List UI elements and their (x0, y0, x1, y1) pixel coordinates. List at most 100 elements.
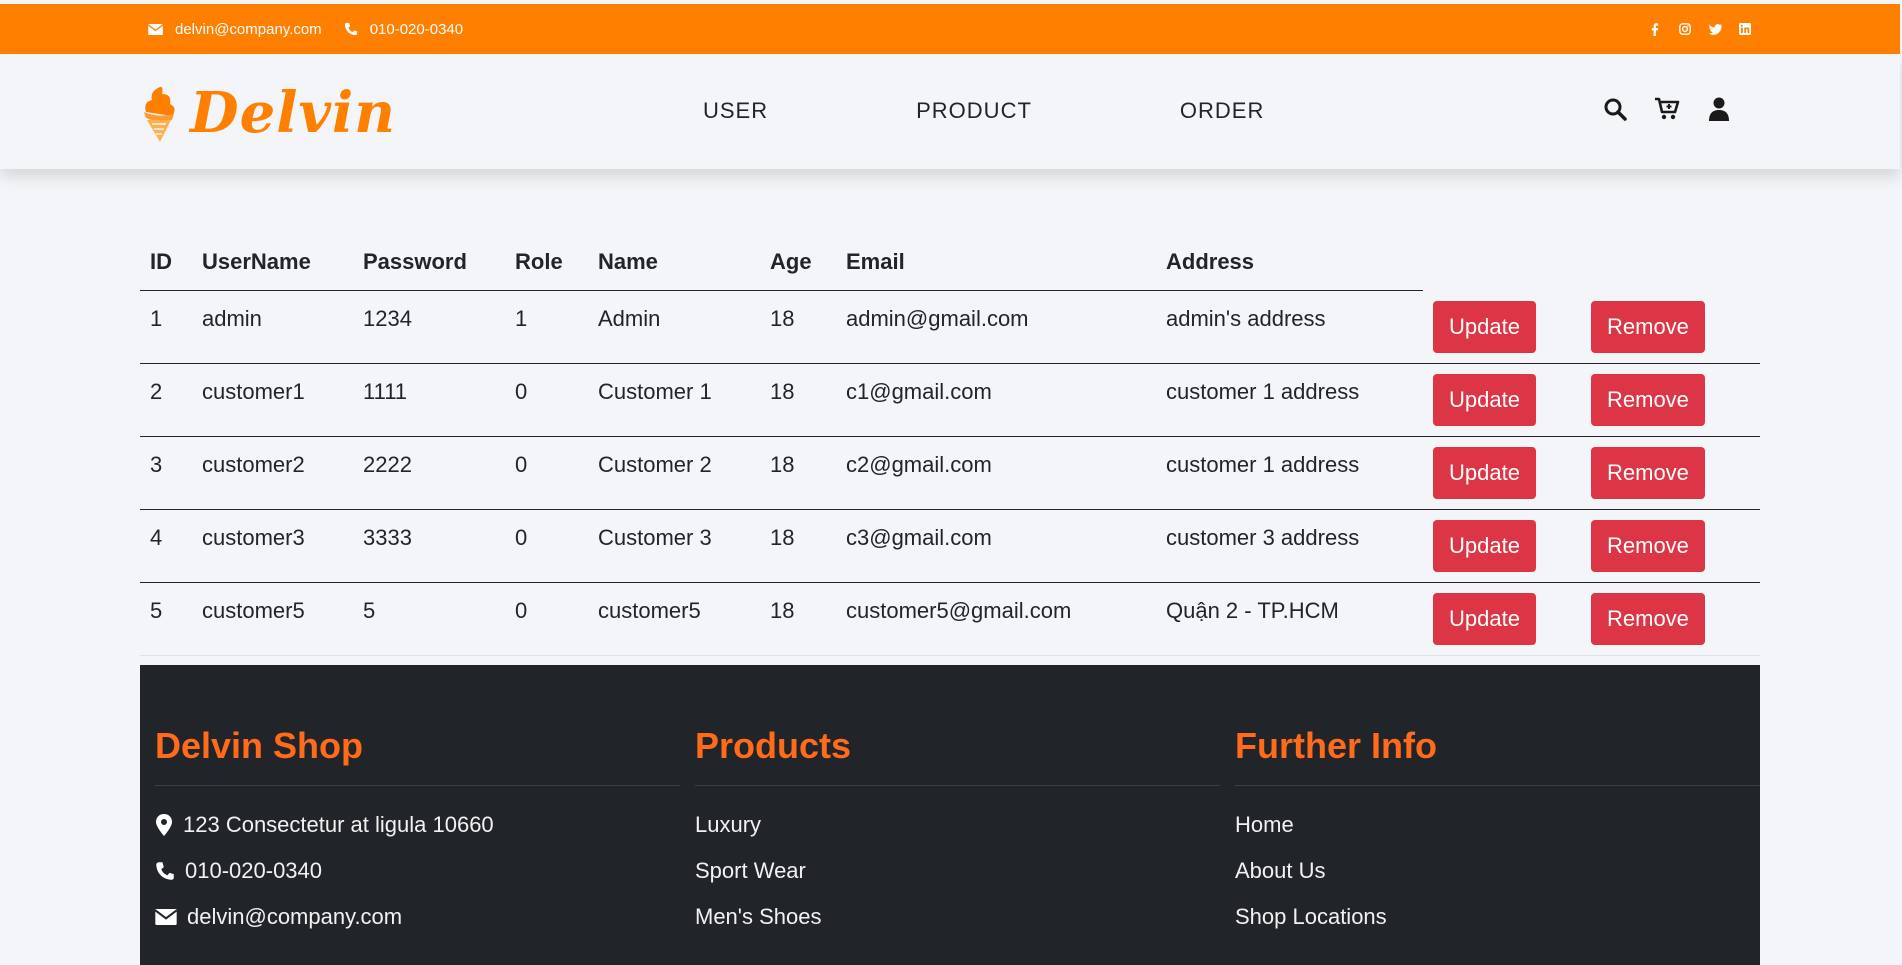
facebook-icon[interactable] (1648, 22, 1662, 36)
update-button[interactable]: Update (1433, 300, 1536, 353)
remove-button[interactable]: Remove (1591, 593, 1705, 645)
phone-icon (344, 22, 357, 36)
footer-phone-text: 010-020-0340 (185, 858, 323, 883)
cell-email: customer5@gmail.com (846, 598, 1072, 623)
envelope-icon (155, 909, 177, 925)
footer-link-home[interactable]: Home (1235, 802, 1760, 848)
col-password: Password (353, 234, 505, 291)
main-menu: USER PRODUCT ORDER (703, 98, 1264, 124)
col-update-blank (1423, 234, 1581, 291)
col-age: Age (760, 234, 836, 291)
cell-email: c1@gmail.com (846, 379, 992, 404)
footer-products-column: Products Luxury Sport Wear Men's Shoes (695, 725, 1220, 940)
cell-id: 3 (150, 452, 163, 477)
footer-email[interactable]: delvin@company.com (155, 894, 680, 940)
update-button[interactable]: Update (1433, 374, 1536, 426)
remove-button[interactable]: Remove (1591, 447, 1705, 499)
cell-address: customer 3 address (1166, 525, 1360, 550)
cell-role: 0 (515, 525, 528, 550)
brand-logo[interactable]: Delvin (138, 80, 396, 146)
user-icon[interactable] (1706, 96, 1732, 122)
update-button[interactable]: Update (1433, 520, 1536, 572)
cell-id: 1 (150, 306, 163, 331)
footer-shop-column: Delvin Shop 123 Consectetur at ligula 10… (155, 725, 680, 940)
top-bar: delvin@company.com 010-020-0340 (0, 4, 1900, 54)
top-email[interactable]: delvin@company.com (148, 21, 322, 38)
footer-shop-title: Delvin Shop (155, 725, 680, 786)
cell-id: 5 (150, 598, 163, 623)
cell-username: customer5 (202, 598, 305, 623)
top-phone-text: 010-020-0340 (369, 20, 464, 38)
cell-address: customer 1 address (1166, 379, 1360, 404)
cell-username: customer3 (202, 525, 305, 550)
brand-name: Delvin (190, 80, 396, 146)
top-phone[interactable]: 010-020-0340 (344, 21, 463, 38)
cell-email: c3@gmail.com (846, 525, 992, 550)
update-button[interactable]: Update (1433, 447, 1536, 499)
instagram-icon[interactable] (1678, 22, 1692, 36)
cell-password: 2222 (363, 452, 412, 477)
cell-email: admin@gmail.com (846, 306, 1029, 331)
table-row: 2 customer1 1111 0 Customer 1 18 c1@gmai… (140, 363, 1760, 437)
nav-icons (1602, 96, 1758, 122)
nav-user[interactable]: USER (703, 98, 768, 124)
update-button[interactable]: Update (1433, 593, 1536, 645)
footer-address-text: 123 Consectetur at ligula 10660 (183, 812, 494, 837)
cell-role: 0 (515, 598, 528, 623)
col-email: Email (836, 234, 1156, 291)
footer-link-about-us[interactable]: About Us (1235, 848, 1760, 894)
remove-button[interactable]: Remove (1591, 374, 1705, 426)
cell-id: 4 (150, 525, 163, 550)
cell-name: Customer 1 (598, 379, 712, 404)
site-footer: Delvin Shop 123 Consectetur at ligula 10… (140, 665, 1760, 965)
top-email-text: delvin@company.com (175, 20, 322, 38)
ice-cream-logo-icon (144, 86, 175, 142)
nav-product[interactable]: PRODUCT (916, 98, 1032, 124)
cell-role: 1 (515, 306, 528, 331)
cell-age: 18 (770, 598, 795, 623)
cell-email: c2@gmail.com (846, 452, 992, 477)
col-id: ID (140, 234, 192, 291)
footer-link-sport-wear[interactable]: Sport Wear (695, 848, 1220, 894)
footer-link-shop-locations[interactable]: Shop Locations (1235, 894, 1760, 940)
table-row: 1 admin 1234 1 Admin 18 admin@gmail.com … (140, 290, 1760, 364)
cell-age: 18 (770, 306, 795, 331)
table-row: 4 customer3 3333 0 Customer 3 18 c3@gmai… (140, 509, 1760, 583)
phone-icon (156, 862, 174, 880)
remove-button[interactable]: Remove (1591, 520, 1705, 572)
cart-icon[interactable] (1654, 96, 1680, 122)
footer-info-title: Further Info (1235, 725, 1760, 786)
col-name: Name (588, 234, 760, 291)
col-username: UserName (192, 234, 353, 291)
cell-password: 5 (363, 598, 376, 623)
cell-name: Admin (598, 306, 661, 331)
table-row: 3 customer2 2222 0 Customer 2 18 c2@gmai… (140, 436, 1760, 510)
footer-products-title: Products (695, 725, 1220, 786)
cell-name: Customer 3 (598, 525, 712, 550)
twitter-icon[interactable] (1708, 22, 1722, 36)
footer-phone[interactable]: 010-020-0340 (155, 848, 680, 894)
cell-name: customer5 (598, 598, 701, 623)
search-icon[interactable] (1602, 96, 1628, 122)
footer-link-mens-shoes[interactable]: Men's Shoes (695, 894, 1220, 940)
nav-order[interactable]: ORDER (1180, 98, 1264, 124)
remove-button[interactable]: Remove (1591, 300, 1705, 353)
col-role: Role (505, 234, 588, 291)
envelope-icon (148, 23, 163, 35)
cell-password: 1234 (363, 306, 412, 331)
cell-password: 1111 (363, 379, 408, 404)
cell-address: customer 1 address (1166, 452, 1360, 477)
cell-age: 18 (770, 452, 795, 477)
cell-role: 0 (515, 452, 528, 477)
top-contact: delvin@company.com 010-020-0340 (148, 4, 485, 54)
cell-name: Customer 2 (598, 452, 712, 477)
cell-username: admin (202, 306, 262, 331)
footer-link-luxury[interactable]: Luxury (695, 802, 1220, 848)
main-navbar: Delvin USER PRODUCT ORDER (0, 54, 1900, 169)
footer-info-column: Further Info Home About Us Shop Location… (1235, 725, 1760, 940)
social-links (1648, 4, 1768, 54)
footer-address: 123 Consectetur at ligula 10660 (155, 802, 680, 848)
linkedin-icon[interactable] (1738, 22, 1752, 36)
cell-id: 2 (150, 379, 163, 404)
users-table: ID UserName Password Role Name Age Email… (140, 234, 1760, 656)
